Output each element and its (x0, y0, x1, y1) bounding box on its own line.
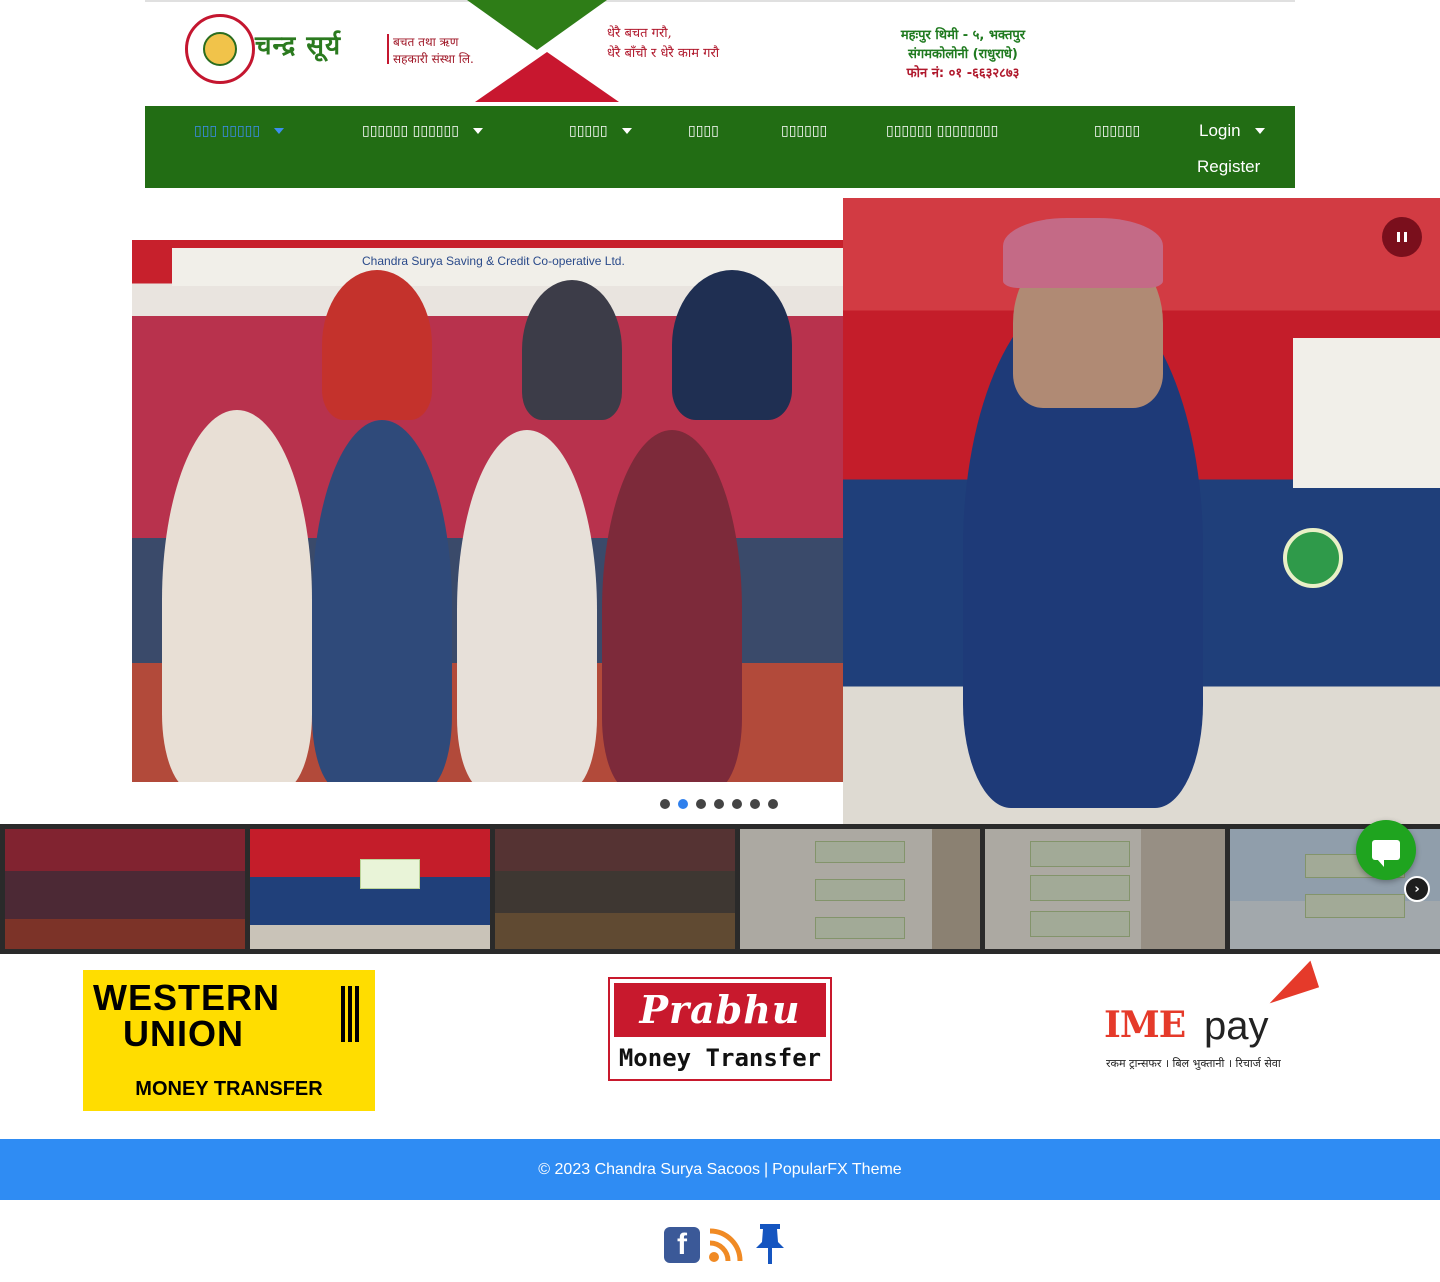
social-icons: f (664, 1224, 788, 1264)
slide-photo-group[interactable]: Chandra Surya Saving & Credit Co-operati… (132, 240, 843, 782)
western-union-line2: UNION (123, 1013, 244, 1054)
nav-item-label: ▯▯▯ ▯▯▯▯▯ (194, 123, 261, 139)
caret-down-icon (274, 128, 285, 134)
theme-link[interactable]: PopularFX Theme (772, 1161, 902, 1179)
slider-dot[interactable] (732, 799, 742, 809)
nav-item-login[interactable]: Login (1199, 117, 1265, 145)
nav-item-about[interactable]: ▯▯▯▯▯▯ ▯▯▯▯▯▯ (362, 117, 483, 145)
caret-down-icon (1254, 128, 1265, 134)
nav-item-label: ▯▯▯▯▯ (569, 123, 608, 139)
rss-icon[interactable] (708, 1227, 744, 1263)
facebook-icon[interactable]: f (664, 1227, 700, 1263)
site-footer: © 2023 Chandra Surya Sacoos | PopularFX … (0, 1139, 1440, 1200)
nav-item-label: ▯▯▯▯▯▯ ▯▯▯▯▯▯ (362, 123, 459, 139)
chevron-right-icon[interactable]: › (1404, 876, 1430, 902)
main-navigation: ▯▯▯ ▯▯▯▯▯ ▯▯▯▯▯▯ ▯▯▯▯▯▯ ▯▯▯▯▯ ▯▯▯▯ ▯▯▯▯▯… (145, 106, 1295, 188)
slide-banner-text: Chandra Surya Saving & Credit Co-operati… (362, 254, 625, 268)
address-line1: महःपुर थिमी - ५, भक्तपुर (900, 28, 1026, 43)
person-figure (602, 430, 742, 782)
nav-item-label: ▯▯▯▯▯▯ (781, 123, 828, 139)
ime-wordmark: IME (1104, 1004, 1186, 1046)
person-figure (522, 280, 622, 420)
nav-item-label: ▯▯▯▯ (688, 123, 719, 139)
slider-dot[interactable] (714, 799, 724, 809)
seal-emblem (203, 32, 237, 66)
pin-icon[interactable] (752, 1224, 788, 1264)
person-figure (162, 410, 312, 782)
footer-separator: | (764, 1160, 769, 1178)
prabhu-money-transfer-logo[interactable]: Prabhu Money Transfer (608, 977, 832, 1081)
event-banner-cloth (1293, 338, 1440, 488)
logo-sub-line1: बचत तथा ऋण (393, 35, 459, 49)
slogan-line2: धेरै बाँचौ र धेरै काम गरौ (607, 46, 720, 61)
thumbnail[interactable] (495, 829, 735, 949)
pause-icon (1397, 232, 1400, 242)
banner-card (360, 859, 420, 889)
western-union-logo[interactable]: WESTERN UNION MONEY TRANSFER (83, 970, 375, 1111)
dhaka-topi-hat (1003, 218, 1163, 288)
thumbnail-strip: › (0, 824, 1440, 954)
slogan: धेरै बचत गरौ, धेरै बाँचौ र धेरै काम गरौ (607, 24, 719, 64)
phone-number: फोन नं: ०१ -६६३२८७३ (906, 66, 1020, 81)
caret-down-icon (472, 128, 483, 134)
logo-name: चन्द्र सूर्य (255, 31, 342, 61)
rosette-badge (1283, 528, 1343, 588)
slider-dot[interactable] (660, 799, 670, 809)
nav-item-contact[interactable]: ▯▯▯▯▯▯ (1094, 117, 1140, 145)
red-triangle-decoration (475, 52, 619, 102)
chat-button[interactable] (1356, 820, 1416, 880)
slider-dot[interactable] (768, 799, 778, 809)
thumbnail[interactable] (5, 829, 245, 949)
nav-item-label: Login (1199, 121, 1241, 140)
site-header-banner: चन्द्र सूर्य बचत तथा ऋण सहकारी संस्था लि… (145, 0, 1295, 106)
address-line2: संगमकोलोनी (राधुराधे) (908, 47, 1018, 62)
western-union-stripes (341, 986, 359, 1042)
pause-button[interactable] (1382, 217, 1422, 257)
nav-item-register[interactable]: Register (1197, 153, 1260, 181)
green-triangle-decoration (467, 0, 607, 50)
thumbnail[interactable] (740, 829, 980, 949)
western-union-line1: WESTERN (93, 977, 280, 1018)
imepay-tagline: रकम ट्रान्सफर । बिल भुक्तानी । रिचार्ज स… (1106, 1057, 1281, 1070)
pay-wordmark: pay (1204, 1004, 1269, 1048)
nav-item-label: ▯▯▯▯▯▯ (1094, 123, 1141, 139)
cooperative-seal-logo[interactable] (185, 14, 255, 84)
paper-plane-icon (1260, 960, 1320, 1004)
copyright-text: © 2023 Chandra Surya Sacoos (538, 1160, 760, 1178)
slider-dot[interactable] (696, 799, 706, 809)
nav-item-gallery[interactable]: ▯▯▯▯▯▯ (781, 117, 827, 145)
person-figure (457, 430, 597, 782)
caret-down-icon (621, 128, 632, 134)
person-figure (312, 420, 452, 782)
slider-dot-active[interactable] (678, 799, 688, 809)
thumbnail[interactable] (985, 829, 1225, 949)
prabhu-wordmark: Prabhu (614, 983, 826, 1037)
logo-subtitle: बचत तथा ऋण सहकारी संस्था लि. (393, 34, 474, 68)
nav-item-label: Register (1197, 157, 1261, 176)
slogan-line1: धेरै बचत गरौ, (607, 26, 672, 41)
imepay-logo[interactable]: IME pay रकम ट्रान्सफर । बिल भुक्तानी । र… (1104, 960, 1320, 1074)
banner-top-strip (145, 0, 1295, 2)
image-slider[interactable]: Chandra Surya Saving & Credit Co-operati… (0, 198, 1440, 824)
prabhu-tagline: Money Transfer (618, 1044, 822, 1072)
nav-item-services[interactable]: ▯▯▯▯▯ (569, 117, 632, 145)
logo-sub-line2: सहकारी संस्था लि. (393, 52, 474, 66)
slider-dot[interactable] (750, 799, 760, 809)
slide-photo-speaker[interactable] (843, 198, 1440, 824)
address-block: महःपुर थिमी - ५, भक्तपुर संगमकोलोनी (राध… (878, 26, 1048, 83)
western-union-wordmark: WESTERN UNION (93, 980, 365, 1060)
thumbnail-selected[interactable] (250, 829, 490, 949)
person-figure (672, 270, 792, 420)
nav-item-label: ▯▯▯▯▯▯ ▯▯▯▯▯▯▯▯ (886, 123, 999, 139)
chat-icon (1372, 840, 1400, 867)
western-union-tagline: MONEY TRANSFER (135, 1078, 323, 1100)
nav-item-home[interactable]: ▯▯▯ ▯▯▯▯▯ (194, 117, 285, 145)
logo-divider (387, 34, 389, 64)
person-figure (322, 270, 432, 420)
slider-pagination (660, 799, 778, 809)
nav-item-notices[interactable]: ▯▯▯▯▯▯ ▯▯▯▯▯▯▯▯ (886, 117, 998, 145)
nav-item-news[interactable]: ▯▯▯▯ (688, 117, 719, 145)
